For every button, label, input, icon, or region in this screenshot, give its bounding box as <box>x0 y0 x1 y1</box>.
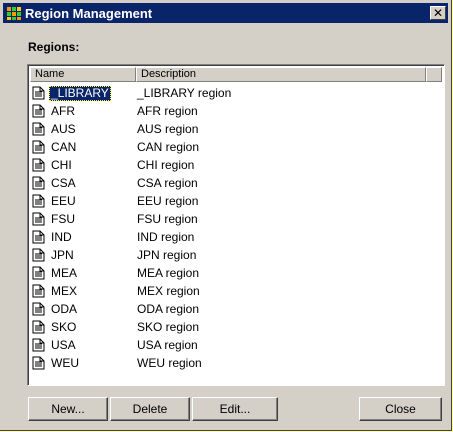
region-description: AFR region <box>137 104 198 118</box>
table-row[interactable]: ODA ODA region <box>30 300 442 318</box>
region-name: AFR <box>51 103 75 118</box>
document-icon <box>32 86 45 100</box>
close-window-button[interactable]: ✕ <box>430 6 446 20</box>
regions-list[interactable]: Name Description _LIBRARY _LIBRARY region… <box>27 64 445 386</box>
region-description: IND region <box>137 230 195 244</box>
region-name: IND <box>51 229 72 244</box>
row-name-cell: MEA <box>30 266 134 281</box>
table-row[interactable]: IND IND region <box>30 228 442 246</box>
row-name-cell: AFR <box>30 104 134 119</box>
region-name: CAN <box>51 139 77 154</box>
row-name-cell: AUS <box>30 122 134 137</box>
region-description: USA region <box>137 338 198 352</box>
table-row[interactable]: CSA CSA region <box>30 174 442 192</box>
document-icon <box>32 158 45 172</box>
list-header: Name Description <box>30 67 442 82</box>
window-title: Region Management <box>25 5 153 21</box>
row-name-cell: JPN <box>30 248 134 263</box>
region-description: MEX region <box>137 284 200 298</box>
region-name: CSA <box>51 175 76 190</box>
region-description: MEA region <box>137 266 200 280</box>
table-row[interactable]: USA USA region <box>30 336 442 354</box>
row-name-cell: FSU <box>30 212 134 227</box>
region-name: WEU <box>51 355 79 370</box>
region-description: ODA region <box>137 302 200 316</box>
column-header-description[interactable]: Description <box>136 67 426 82</box>
row-name-cell: WEU <box>30 356 134 371</box>
region-name: MEA <box>51 265 78 280</box>
region-description: CSA region <box>137 176 198 190</box>
row-name-cell: EEU <box>30 194 134 209</box>
table-row[interactable]: MEX MEX region <box>30 282 442 300</box>
region-name: USA <box>51 337 76 352</box>
new-button[interactable]: New... <box>28 397 108 421</box>
table-row[interactable]: JPN JPN region <box>30 246 442 264</box>
row-name-cell: SKO <box>30 320 134 335</box>
edit-button[interactable]: Edit... <box>192 397 278 421</box>
region-description: JPN region <box>137 248 197 262</box>
row-name-cell: MEX <box>30 284 134 299</box>
column-header-filler <box>426 67 442 82</box>
table-row[interactable]: AUS AUS region <box>30 120 442 138</box>
close-icon: ✕ <box>432 6 444 20</box>
close-button[interactable]: Close <box>359 397 442 421</box>
document-icon <box>32 248 45 262</box>
table-row[interactable]: CAN CAN region <box>30 138 442 156</box>
document-icon <box>32 302 45 316</box>
column-header-name[interactable]: Name <box>30 67 136 82</box>
document-icon <box>32 140 45 154</box>
row-name-cell: IND <box>30 230 134 245</box>
document-icon <box>32 122 45 136</box>
region-description: AUS region <box>137 122 199 136</box>
list-rows: _LIBRARY _LIBRARY region AFR AFR region AUS A… <box>30 84 442 372</box>
region-description: SKO region <box>137 320 200 334</box>
document-icon <box>32 356 45 370</box>
row-name-cell: CHI <box>30 158 134 173</box>
region-name: _LIBRARY <box>49 85 111 101</box>
row-name-cell: CSA <box>30 176 134 191</box>
document-icon <box>32 320 45 334</box>
region-name: MEX <box>51 283 78 298</box>
row-name-cell: ODA <box>30 302 134 317</box>
app-grid-icon <box>6 5 22 21</box>
document-icon <box>32 194 45 208</box>
delete-button[interactable]: Delete <box>110 397 190 421</box>
document-icon <box>32 230 45 244</box>
region-name: AUS <box>51 121 76 136</box>
region-name: ODA <box>51 301 78 316</box>
table-row[interactable]: WEU WEU region <box>30 354 442 372</box>
row-name-cell: _LIBRARY <box>30 85 134 101</box>
region-description: WEU region <box>137 356 202 370</box>
table-row[interactable]: CHI CHI region <box>30 156 442 174</box>
document-icon <box>32 104 45 118</box>
document-icon <box>32 266 45 280</box>
document-icon <box>32 176 45 190</box>
table-row[interactable]: _LIBRARY _LIBRARY region <box>30 84 442 102</box>
region-description: EEU region <box>137 194 199 208</box>
document-icon <box>32 212 45 226</box>
table-row[interactable]: EEU EEU region <box>30 192 442 210</box>
row-name-cell: CAN <box>30 140 134 155</box>
region-management-dialog: Region Management ✕ Regions: Name Descri… <box>0 0 452 431</box>
region-name: SKO <box>51 319 77 334</box>
table-row[interactable]: AFR AFR region <box>30 102 442 120</box>
title-bar[interactable]: Region Management ✕ <box>3 3 448 23</box>
region-name: EEU <box>51 193 76 208</box>
regions-label: Regions: <box>28 40 80 54</box>
region-name: CHI <box>51 157 72 172</box>
row-name-cell: USA <box>30 338 134 353</box>
region-name: JPN <box>51 247 74 262</box>
region-name: FSU <box>51 211 75 226</box>
table-row[interactable]: MEA MEA region <box>30 264 442 282</box>
document-icon <box>32 284 45 298</box>
region-description: CAN region <box>137 140 200 154</box>
table-row[interactable]: SKO SKO region <box>30 318 442 336</box>
table-row[interactable]: FSU FSU region <box>30 210 442 228</box>
region-description: FSU region <box>137 212 198 226</box>
region-description: _LIBRARY region <box>137 86 232 100</box>
region-description: CHI region <box>137 158 195 172</box>
document-icon <box>32 338 45 352</box>
